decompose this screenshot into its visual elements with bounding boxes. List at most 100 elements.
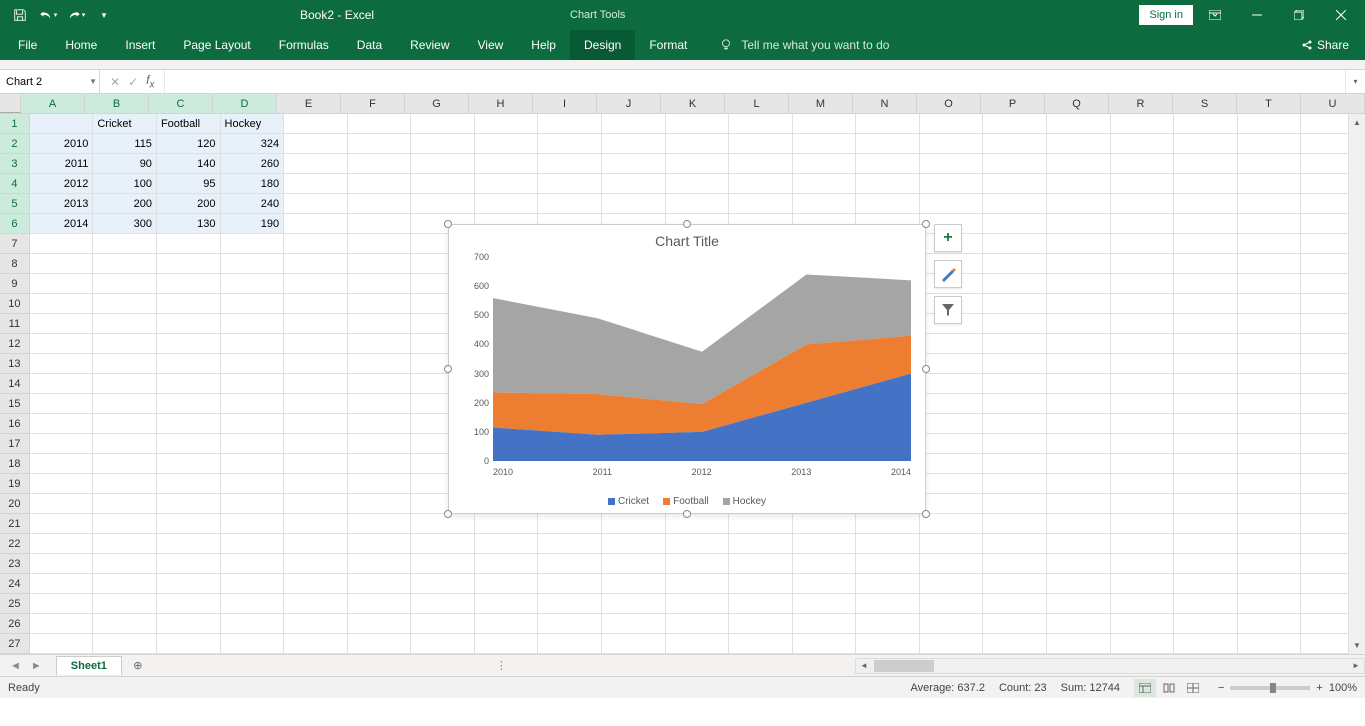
cell[interactable]: [411, 614, 475, 634]
cell[interactable]: [729, 194, 793, 214]
enter-icon[interactable]: ✓: [128, 75, 138, 89]
cell[interactable]: [1174, 354, 1238, 374]
cell[interactable]: Hockey: [221, 114, 285, 134]
cell[interactable]: [729, 594, 793, 614]
cell[interactable]: [1111, 374, 1175, 394]
cell[interactable]: [348, 254, 412, 274]
column-header[interactable]: R: [1109, 94, 1173, 113]
cell[interactable]: [221, 294, 285, 314]
cell[interactable]: [1047, 474, 1111, 494]
cell[interactable]: [30, 634, 94, 654]
cell[interactable]: [1238, 494, 1302, 514]
cell[interactable]: [93, 534, 157, 554]
column-header[interactable]: C: [149, 94, 213, 113]
resize-handle[interactable]: [922, 220, 930, 228]
cell[interactable]: [983, 554, 1047, 574]
cell[interactable]: [1174, 434, 1238, 454]
cell[interactable]: [30, 354, 94, 374]
row-header[interactable]: 2: [0, 134, 30, 154]
cell[interactable]: [30, 374, 94, 394]
cell[interactable]: [1174, 554, 1238, 574]
cell[interactable]: [1047, 554, 1111, 574]
cell[interactable]: [284, 614, 348, 634]
cell[interactable]: [1174, 494, 1238, 514]
cell[interactable]: [348, 234, 412, 254]
cell[interactable]: [348, 314, 412, 334]
cell[interactable]: [348, 114, 412, 134]
cell[interactable]: [983, 514, 1047, 534]
cell[interactable]: [602, 594, 666, 614]
cell[interactable]: [1047, 354, 1111, 374]
cell[interactable]: [983, 254, 1047, 274]
cell[interactable]: [1111, 434, 1175, 454]
cell[interactable]: [1238, 514, 1302, 534]
ribbon-display-button[interactable]: [1195, 0, 1235, 30]
cell[interactable]: [284, 374, 348, 394]
cell[interactable]: [411, 194, 475, 214]
cell[interactable]: [221, 314, 285, 334]
cell[interactable]: [793, 554, 857, 574]
cell[interactable]: [920, 374, 984, 394]
cell[interactable]: [1238, 634, 1302, 654]
cell[interactable]: 190: [221, 214, 285, 234]
cell[interactable]: [602, 534, 666, 554]
cell[interactable]: [983, 114, 1047, 134]
row-header[interactable]: 8: [0, 254, 30, 274]
cell[interactable]: [30, 274, 94, 294]
cell[interactable]: [157, 274, 221, 294]
cell[interactable]: [411, 514, 475, 534]
cell[interactable]: [157, 334, 221, 354]
cell[interactable]: [93, 394, 157, 414]
cell[interactable]: [221, 354, 285, 374]
formula-input[interactable]: [165, 70, 1345, 93]
cell[interactable]: [793, 174, 857, 194]
cell[interactable]: [793, 514, 857, 534]
cell[interactable]: [30, 294, 94, 314]
cell[interactable]: [1174, 334, 1238, 354]
row-header[interactable]: 13: [0, 354, 30, 374]
cell[interactable]: [1174, 174, 1238, 194]
share-button[interactable]: Share: [1285, 30, 1365, 60]
cell[interactable]: [284, 454, 348, 474]
cell[interactable]: [284, 234, 348, 254]
cell[interactable]: [93, 314, 157, 334]
cell[interactable]: [983, 294, 1047, 314]
cell[interactable]: [284, 334, 348, 354]
cell[interactable]: [348, 294, 412, 314]
tab-insert[interactable]: Insert: [111, 30, 169, 60]
cell[interactable]: [1238, 254, 1302, 274]
cell[interactable]: [475, 134, 539, 154]
cell[interactable]: [920, 194, 984, 214]
cell[interactable]: [1047, 274, 1111, 294]
cell[interactable]: [93, 334, 157, 354]
cell[interactable]: [538, 574, 602, 594]
cell[interactable]: 180: [221, 174, 285, 194]
chart-filters-button[interactable]: [934, 296, 962, 324]
cell[interactable]: [1238, 414, 1302, 434]
cell[interactable]: [856, 114, 920, 134]
cell[interactable]: [983, 474, 1047, 494]
column-header[interactable]: U: [1301, 94, 1365, 113]
cell[interactable]: [1238, 294, 1302, 314]
cell[interactable]: [920, 474, 984, 494]
row-header[interactable]: 19: [0, 474, 30, 494]
cell[interactable]: [729, 134, 793, 154]
cell[interactable]: [1047, 134, 1111, 154]
cell[interactable]: [221, 574, 285, 594]
cell[interactable]: [1238, 214, 1302, 234]
cell[interactable]: [856, 134, 920, 154]
tab-page-layout[interactable]: Page Layout: [169, 30, 264, 60]
cell[interactable]: [1111, 554, 1175, 574]
cell[interactable]: 95: [157, 174, 221, 194]
cell[interactable]: [1047, 194, 1111, 214]
row-header[interactable]: 26: [0, 614, 30, 634]
cell[interactable]: [983, 234, 1047, 254]
cell[interactable]: [1238, 374, 1302, 394]
zoom-out-button[interactable]: −: [1218, 682, 1224, 694]
add-sheet-button[interactable]: ⊕: [128, 656, 148, 676]
cell[interactable]: [602, 194, 666, 214]
legend-item[interactable]: Cricket: [608, 496, 649, 507]
cell[interactable]: [157, 234, 221, 254]
cell[interactable]: [30, 414, 94, 434]
fx-icon[interactable]: fx: [146, 73, 154, 90]
